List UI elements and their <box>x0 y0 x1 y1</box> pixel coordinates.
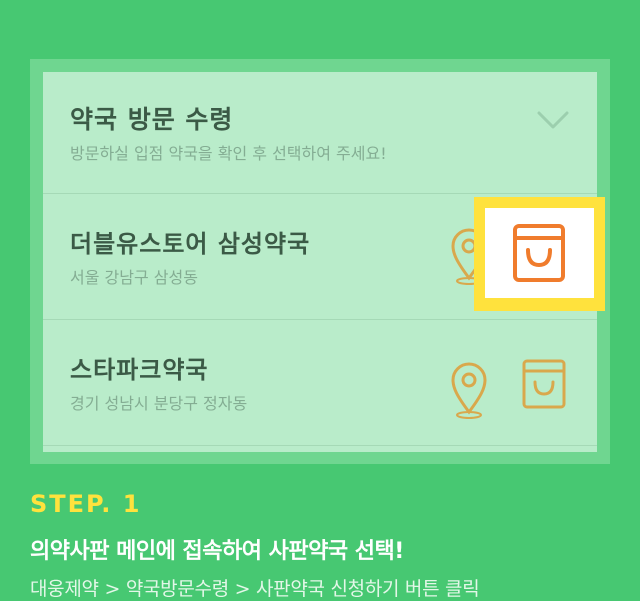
pickup-title: 약국 방문 수령 <box>70 105 234 134</box>
highlighted-select-button[interactable] <box>474 197 605 311</box>
shopping-bag-icon[interactable] <box>521 358 567 410</box>
pickup-subtitle: 방문하실 입점 약국을 확인 후 선택하여 주세요! <box>70 144 387 163</box>
pharmacy-row[interactable]: 스타파크약국 경기 성남시 분당구 정자동 <box>43 320 597 445</box>
shopping-bag-icon <box>513 224 565 282</box>
pharmacy-address: 경기 성남시 분당구 정자동 <box>70 394 248 413</box>
select-button-background <box>485 208 594 298</box>
pharmacy-name: 더블유스토어 삼성약국 <box>70 230 311 258</box>
location-pin-icon[interactable] <box>449 360 489 420</box>
divider <box>43 445 597 446</box>
pharmacy-name: 스타파크약국 <box>70 356 209 384</box>
pharmacy-address: 서울 강남구 삼성동 <box>70 268 198 287</box>
step-headline: 의약사판 메인에 접속하여 사판약국 선택! <box>30 539 404 564</box>
chevron-down-icon[interactable] <box>536 108 570 132</box>
step-label: STEP. 1 <box>30 490 142 518</box>
pickup-header[interactable]: 약국 방문 수령 방문하실 입점 약국을 확인 후 선택하여 주세요! <box>43 72 597 193</box>
step-description: 대웅제약 > 약국방문수령 > 사판약국 신청하기 버튼 클릭 <box>30 578 480 600</box>
